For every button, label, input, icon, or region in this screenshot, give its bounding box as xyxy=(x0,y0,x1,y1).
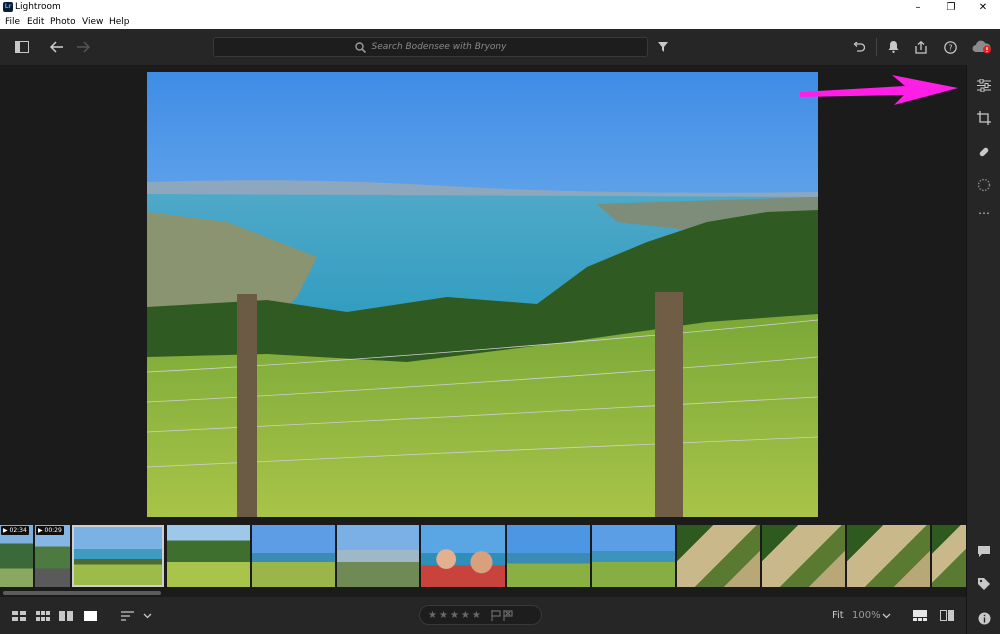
filmstrip-thumb[interactable] xyxy=(847,525,930,587)
video-duration-badge: ▶ 02:34 xyxy=(1,526,29,535)
filmstrip-thumb[interactable] xyxy=(762,525,845,587)
back-arrow-icon[interactable] xyxy=(47,29,67,65)
pick-flag-icon[interactable] xyxy=(491,609,501,621)
search-placeholder: Search Bodensee with Bryony xyxy=(371,42,507,52)
star-icon[interactable]: ★ xyxy=(428,610,437,621)
menu-file[interactable]: File xyxy=(5,17,20,27)
comment-icon[interactable] xyxy=(967,538,1000,564)
filmstrip-thumb[interactable] xyxy=(252,525,335,587)
menu-view[interactable]: View xyxy=(82,17,103,27)
compare-view-icon[interactable] xyxy=(57,597,75,634)
help-icon[interactable]: ? xyxy=(941,29,959,65)
title-bar: Lr Lightroom – ❐ ✕ xyxy=(0,0,1000,15)
close-button[interactable]: ✕ xyxy=(968,0,998,15)
star-icon[interactable]: ★ xyxy=(461,610,470,621)
cloud-sync-alert-icon[interactable] xyxy=(970,29,994,65)
menu-photo[interactable]: Photo xyxy=(50,17,76,27)
forward-arrow-icon[interactable] xyxy=(73,29,93,65)
menu-edit[interactable]: Edit xyxy=(27,17,44,27)
star-icon[interactable]: ★ xyxy=(450,610,459,621)
more-options-icon[interactable]: ⋯ xyxy=(967,200,1000,226)
toolbar-divider xyxy=(876,38,877,56)
bottom-toolbar: ★ ★ ★ ★ ★ Fit 100% xyxy=(0,597,966,634)
filmstrip-thumb[interactable]: ▶ 02:34 xyxy=(0,525,33,587)
filmstrip-toggle-icon[interactable] xyxy=(911,597,929,634)
filmstrip-thumb[interactable] xyxy=(677,525,760,587)
filmstrip-thumb[interactable] xyxy=(421,525,505,587)
filmstrip-thumb-selected[interactable] xyxy=(72,525,164,587)
zoom-level[interactable]: 100% xyxy=(852,597,881,634)
filmstrip: ▶ 02:34 ▶ 00:29 xyxy=(0,521,966,589)
svg-text:?: ? xyxy=(948,43,952,52)
square-grid-view-icon[interactable] xyxy=(10,597,28,634)
filter-icon[interactable] xyxy=(655,29,671,65)
crop-icon[interactable] xyxy=(967,105,1000,131)
fit-zoom-option[interactable]: Fit xyxy=(832,597,844,634)
search-field[interactable]: Search Bodensee with Bryony xyxy=(213,37,648,57)
filmstrip-thumb[interactable] xyxy=(507,525,590,587)
annotation-arrow-icon xyxy=(800,75,958,105)
edit-sliders-icon[interactable] xyxy=(967,72,1000,98)
filmstrip-thumb[interactable] xyxy=(167,525,250,587)
video-duration-badge: ▶ 00:29 xyxy=(36,526,64,535)
zoom-dropdown-chevron-icon[interactable] xyxy=(880,597,892,634)
search-icon xyxy=(354,41,366,53)
sidebar-toggle-icon[interactable] xyxy=(12,29,32,65)
sort-dropdown-chevron-icon[interactable] xyxy=(140,597,154,634)
bell-icon[interactable] xyxy=(884,29,902,65)
star-rating-flags: ★ ★ ★ ★ ★ xyxy=(419,605,542,625)
photo-grid-view-icon[interactable] xyxy=(34,597,52,634)
reject-flag-icon[interactable] xyxy=(503,609,513,621)
healing-brush-icon[interactable] xyxy=(967,139,1000,165)
keyword-tag-icon[interactable] xyxy=(967,571,1000,597)
filmstrip-thumb[interactable] xyxy=(592,525,675,587)
undo-icon[interactable] xyxy=(850,29,868,65)
share-icon[interactable] xyxy=(912,29,930,65)
star-icon[interactable]: ★ xyxy=(472,610,481,621)
before-after-compare-icon[interactable] xyxy=(938,597,956,634)
sort-icon[interactable] xyxy=(118,597,136,634)
main-photo[interactable] xyxy=(147,72,818,517)
detail-view-icon[interactable] xyxy=(81,597,99,634)
window-title: Lightroom xyxy=(15,2,61,12)
right-edit-panel: ⋯ xyxy=(966,65,1000,634)
lightroom-logo-icon: Lr xyxy=(3,2,13,12)
minimize-button[interactable]: – xyxy=(903,0,933,15)
menu-help[interactable]: Help xyxy=(109,17,130,27)
filmstrip-thumb[interactable] xyxy=(337,525,419,587)
menu-bar: File Edit Photo View Help xyxy=(0,15,1000,29)
maximize-button[interactable]: ❐ xyxy=(936,0,966,15)
filmstrip-thumb[interactable] xyxy=(932,525,966,587)
photo-viewer xyxy=(0,65,966,521)
top-toolbar: Search Bodensee with Bryony ? xyxy=(0,29,1000,66)
info-icon[interactable] xyxy=(967,605,1000,631)
star-icon[interactable]: ★ xyxy=(439,610,448,621)
filmstrip-thumb[interactable]: ▶ 00:29 xyxy=(35,525,70,587)
filmstrip-scrollbar-thumb[interactable] xyxy=(3,591,161,595)
masking-icon[interactable] xyxy=(967,172,1000,198)
